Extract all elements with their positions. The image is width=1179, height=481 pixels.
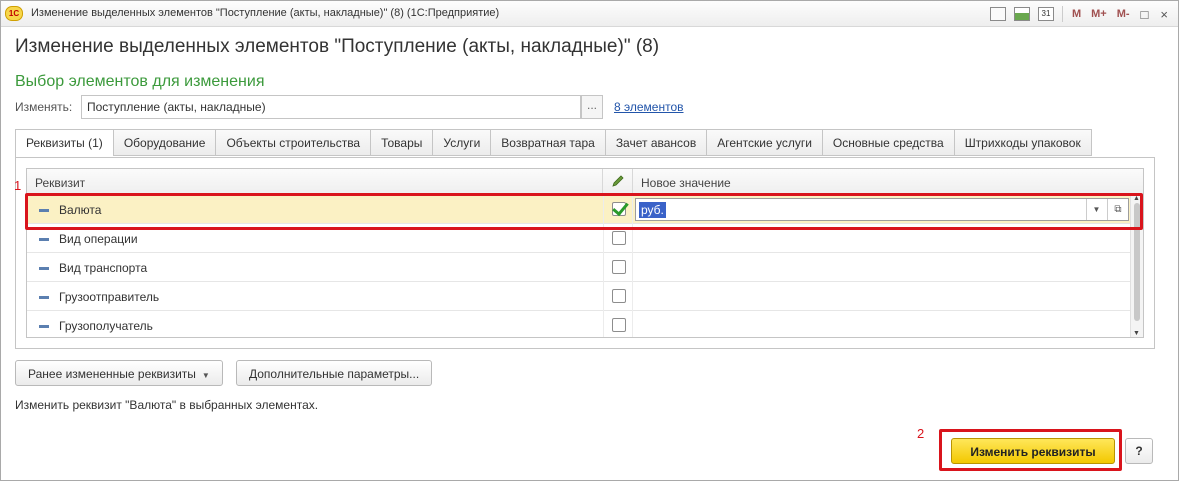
memory-plus-button[interactable]: M+: [1091, 8, 1107, 20]
tab-advances-offset[interactable]: Зачет авансов: [604, 129, 707, 156]
tab-panel-attributes: Реквизит Новое значение Валюта руб. ▼ ⧉: [15, 157, 1155, 349]
memory-button[interactable]: M: [1072, 8, 1081, 20]
attribute-icon: [39, 296, 49, 300]
attribute-cell: Вид транспорта: [27, 253, 603, 282]
tab-goods[interactable]: Товары: [370, 129, 433, 156]
attribute-icon: [39, 325, 49, 329]
attribute-cell: Грузополучатель: [27, 311, 603, 337]
row-checkbox[interactable]: [612, 231, 626, 245]
attribute-name: Вид транспорта: [59, 261, 148, 275]
section-title: Выбор элементов для изменения: [15, 73, 265, 90]
column-header-edit[interactable]: [603, 169, 633, 195]
title-bar: 1С Изменение выделенных элементов "Посту…: [1, 1, 1178, 27]
tab-construction-objects[interactable]: Объекты строительства: [215, 129, 371, 156]
scroll-down-icon[interactable]: ▼: [1133, 330, 1140, 337]
toolbar-separator: [1061, 6, 1063, 22]
value-cell[interactable]: [633, 253, 1132, 282]
tab-fixed-assets[interactable]: Основные средства: [821, 129, 954, 156]
change-label: Изменять:: [15, 100, 73, 114]
column-header-new-value[interactable]: Новое значение: [633, 169, 1143, 195]
tab-attributes[interactable]: Реквизиты (1): [15, 129, 113, 158]
table-row[interactable]: Грузополучатель: [27, 311, 1132, 337]
row-checkbox[interactable]: [612, 318, 626, 332]
attribute-name: Грузоотправитель: [59, 290, 160, 304]
tab-returnable-packaging[interactable]: Возвратная тара: [490, 129, 605, 156]
window: 1С Изменение выделенных элементов "Посту…: [0, 0, 1179, 481]
app-logo-icon: 1С: [5, 6, 23, 21]
help-button[interactable]: ?: [1125, 438, 1153, 464]
tab-services[interactable]: Услуги: [432, 129, 491, 156]
change-object-input[interactable]: Поступление (акты, накладные): [81, 95, 581, 119]
value-cell[interactable]: [633, 311, 1132, 337]
calculator-icon[interactable]: [1013, 7, 1030, 21]
tab-package-barcodes[interactable]: Штрихкоды упаковок: [953, 129, 1092, 156]
value-cell[interactable]: [633, 282, 1132, 311]
chevron-down-icon: ▼: [201, 371, 210, 380]
highlight-frame-row: [25, 193, 1143, 230]
form-title: Изменение выделенных элементов "Поступле…: [15, 36, 660, 57]
check-cell: [603, 311, 633, 337]
title-toolbar: 31 M M+ M- □ ×: [986, 4, 1174, 24]
restore-icon[interactable]: □: [1141, 7, 1149, 22]
extra-params-button[interactable]: Дополнительные параметры...: [236, 360, 433, 386]
tab-agent-services[interactable]: Агентские услуги: [706, 129, 822, 156]
attribute-icon: [39, 267, 49, 271]
check-cell: [603, 253, 633, 282]
apply-changes-button[interactable]: Изменить реквизиты: [951, 438, 1115, 464]
attribute-cell: Грузоотправитель: [27, 282, 603, 311]
table-header: Реквизит Новое значение: [27, 169, 1143, 195]
annotation-number-1: 1: [14, 178, 22, 193]
pencil-icon: [612, 175, 624, 187]
previously-changed-label: Ранее измененные реквизиты: [28, 367, 196, 381]
elements-count-link[interactable]: 8 элементов: [614, 100, 684, 114]
row-checkbox[interactable]: [612, 260, 626, 274]
tab-bar: Реквизиты (1) Оборудование Объекты строи…: [15, 129, 1092, 158]
calendar-icon[interactable]: 31: [1037, 7, 1054, 21]
print-icon[interactable]: [989, 7, 1006, 21]
table-row[interactable]: Вид транспорта: [27, 253, 1132, 282]
table-row[interactable]: Грузоотправитель: [27, 282, 1132, 311]
annotation-number-2: 2: [917, 426, 925, 441]
close-icon[interactable]: ×: [1160, 7, 1168, 22]
hint-text: Изменить реквизит "Валюта" в выбранных э…: [15, 398, 319, 412]
row-checkbox[interactable]: [612, 289, 626, 303]
tab-equipment[interactable]: Оборудование: [112, 129, 216, 156]
previously-changed-button[interactable]: Ранее измененные реквизиты ▼: [15, 360, 223, 386]
attribute-icon: [39, 238, 49, 242]
check-cell: [603, 282, 633, 311]
choose-object-button[interactable]: ...: [581, 95, 603, 119]
memory-minus-button[interactable]: M-: [1117, 8, 1130, 20]
attribute-name: Грузополучатель: [59, 319, 153, 333]
column-header-attribute[interactable]: Реквизит: [27, 169, 603, 195]
attribute-name: Вид операции: [59, 232, 138, 246]
window-title: Изменение выделенных элементов "Поступле…: [31, 7, 500, 19]
